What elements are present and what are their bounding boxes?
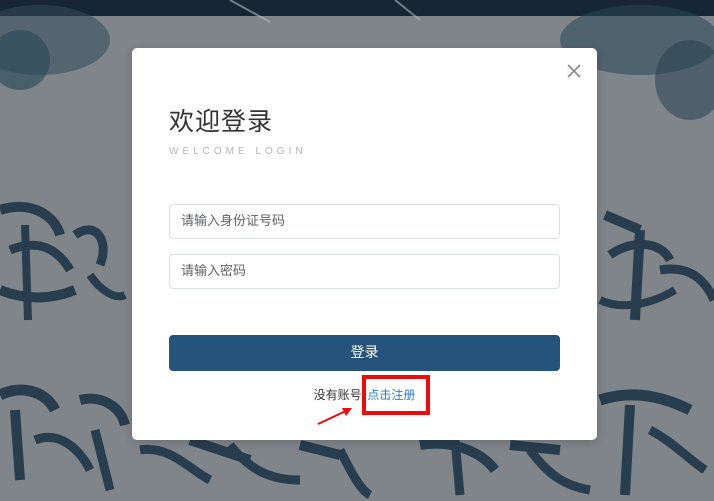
highlight-box (362, 375, 430, 415)
id-number-input[interactable] (169, 204, 560, 239)
login-button[interactable]: 登录 (169, 335, 560, 371)
dialog-title: 欢迎登录 (169, 107, 274, 136)
close-button[interactable] (565, 62, 583, 80)
no-account-text: 没有账号 (313, 388, 362, 402)
close-icon (567, 64, 581, 78)
arrow-icon (317, 408, 352, 425)
dialog-subtitle: WELCOME LOGIN (169, 146, 307, 157)
password-input[interactable] (169, 254, 560, 289)
